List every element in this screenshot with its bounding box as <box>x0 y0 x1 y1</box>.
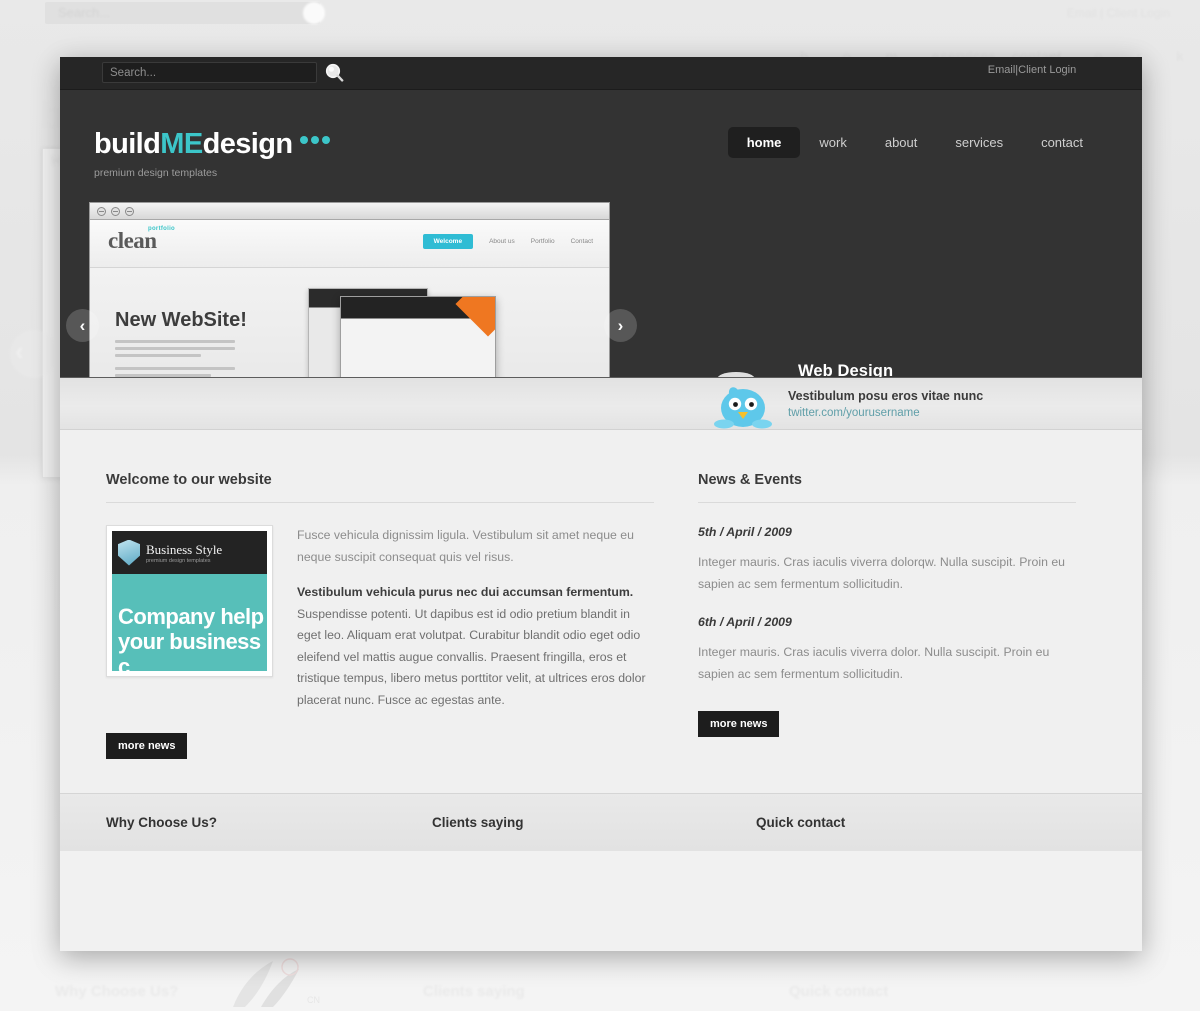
news-column: News & Events 5th / April / 2009 Integer… <box>698 472 1076 793</box>
brand-wordmark: buildMEdesign <box>94 128 331 160</box>
site-card: Email|Client Login buildMEdesign premium… <box>60 57 1142 951</box>
ghost-prev-arrow-glyph: ‹ <box>15 336 24 366</box>
news-item-text: Integer mauris. Cras iaculis viverra dol… <box>698 555 1066 591</box>
preview-nav-contact: Contact <box>570 238 593 245</box>
site-header: buildMEdesign premium design templates h… <box>60 90 1142 202</box>
nav-item-contact[interactable]: contact <box>1022 127 1102 158</box>
slider-prev-button[interactable]: ‹ <box>66 309 99 342</box>
shield-icon <box>118 539 140 566</box>
nav-item-home[interactable]: home <box>727 127 801 158</box>
brand-part-me: ME <box>160 128 203 160</box>
browser-dot-3-icon <box>125 206 134 216</box>
svg-text:CN: CN <box>307 995 320 1005</box>
showcase-area: portfolio clean Welcome About us Portfol… <box>60 202 1142 547</box>
magnifier-icon[interactable] <box>325 63 344 82</box>
brand-part-design: design <box>202 128 293 160</box>
main-content: Welcome to our website Business Style pr… <box>60 430 1142 793</box>
brand-logo[interactable]: buildMEdesign premium design templates <box>94 128 331 179</box>
twitter-bird-icon <box>712 384 774 430</box>
nav-item-services[interactable]: services <box>936 127 1022 158</box>
utility-bar: Email|Client Login <box>60 57 1142 90</box>
footer-col-quick-contact: Quick contact <box>756 815 846 830</box>
preview-nav-about: About us <box>489 238 515 245</box>
nav-item-work[interactable]: work <box>800 127 865 158</box>
ghost-footer-col1: Why Choose Us? <box>55 983 179 1000</box>
welcome-body: Business Style premium design templates … <box>106 525 654 711</box>
top-links: Email|Client Login <box>984 63 1080 77</box>
brand-dots-icon <box>297 130 331 159</box>
main-nav: home work about services contact <box>727 127 1102 158</box>
preview-logo-text: clean <box>108 228 157 253</box>
thumbnail-title-text: Business Style <box>146 541 223 557</box>
ghost-magnifier-icon <box>303 2 325 24</box>
search-input[interactable] <box>102 62 317 83</box>
twitter-content: Vestibulum posu eros vitae nunc twitter.… <box>712 384 983 430</box>
preview-nav: Welcome About us Portfolio Contact <box>422 234 593 249</box>
preview-header: portfolio clean Welcome About us Portfol… <box>90 220 609 268</box>
ghost-search-placeholder: Search... <box>58 5 111 20</box>
brand-tagline: premium design templates <box>94 167 218 179</box>
ghost-toplinks: Email | Client Login <box>1066 6 1170 20</box>
news-item: 5th / April / 2009 Integer mauris. Cras … <box>698 525 1076 595</box>
thumbnail-caption: Company help your business c <box>112 574 267 671</box>
news-item-text: Integer mauris. Cras iaculis viverra dol… <box>698 645 1050 681</box>
welcome-paragraph: Vestibulum vehicula purus nec dui accums… <box>297 582 654 711</box>
preview-hero-text <box>115 340 235 381</box>
welcome-column: Welcome to our website Business Style pr… <box>106 472 654 793</box>
email-link[interactable]: Email <box>988 64 1016 76</box>
client-login-link[interactable]: Client Login <box>1018 64 1076 76</box>
welcome-more-news-button[interactable]: more news <box>106 733 188 759</box>
thumbnail-header: Business Style premium design templates <box>112 531 267 574</box>
news-item-date: 6th / April / 2009 <box>698 615 792 629</box>
news-item: 6th / April / 2009 Integer mauris. Cras … <box>698 615 1076 685</box>
browser-dot-1-icon <box>97 206 106 216</box>
footer-col-why-choose-us: Why Choose Us? <box>106 815 218 830</box>
twitter-handle-link[interactable]: twitter.com/yourusername <box>788 407 920 419</box>
ghost-footer-col2: Clients saying <box>423 983 525 1000</box>
news-more-news-button[interactable]: more news <box>698 711 780 737</box>
slider-next-button[interactable]: › <box>604 309 637 342</box>
twitter-bar: Vestibulum posu eros vitae nunc twitter.… <box>60 377 1142 430</box>
twitter-message: Vestibulum posu eros vitae nunc <box>788 389 984 403</box>
site-footer: Why Choose Us? Clients saying Quick cont… <box>60 793 1142 851</box>
news-item-date: 5th / April / 2009 <box>698 525 792 539</box>
welcome-paragraph-bold: Vestibulum vehicula purus nec dui accums… <box>297 585 634 599</box>
news-heading: News & Events <box>698 472 1076 503</box>
preview-logo: portfolio clean <box>108 226 175 254</box>
watermark-logo: CN <box>233 958 320 1007</box>
footer-col-clients-saying: Clients saying <box>432 815 524 830</box>
preview-nav-portfolio: Portfolio <box>530 238 555 245</box>
welcome-thumbnail[interactable]: Business Style premium design templates … <box>106 525 273 677</box>
preview-hero-title: New WebSite! <box>115 309 247 331</box>
ghost-footer-col3: Quick contact <box>789 983 889 1000</box>
browser-titlebar <box>90 203 609 220</box>
welcome-heading: Welcome to our website <box>106 472 654 503</box>
welcome-thumbnail-inner: Business Style premium design templates … <box>112 531 267 671</box>
welcome-intro: Fusce vehicula dignissim ligula. Vestibu… <box>297 528 634 564</box>
preview-nav-welcome: Welcome <box>422 234 474 249</box>
thumbnail-title: Business Style premium design templates <box>146 542 222 564</box>
brand-part-build: build <box>94 128 161 160</box>
browser-dot-2-icon <box>111 206 120 216</box>
thumbnail-subtitle: premium design templates <box>146 557 211 564</box>
welcome-paragraph-rest: Suspendisse potenti. Ut dapibus est id o… <box>297 606 646 707</box>
welcome-text: Fusce vehicula dignissim ligula. Vestibu… <box>297 525 654 711</box>
twitter-texts: Vestibulum posu eros vitae nunc twitter.… <box>788 384 983 421</box>
search-area <box>102 62 344 83</box>
nav-item-about[interactable]: about <box>866 127 937 158</box>
